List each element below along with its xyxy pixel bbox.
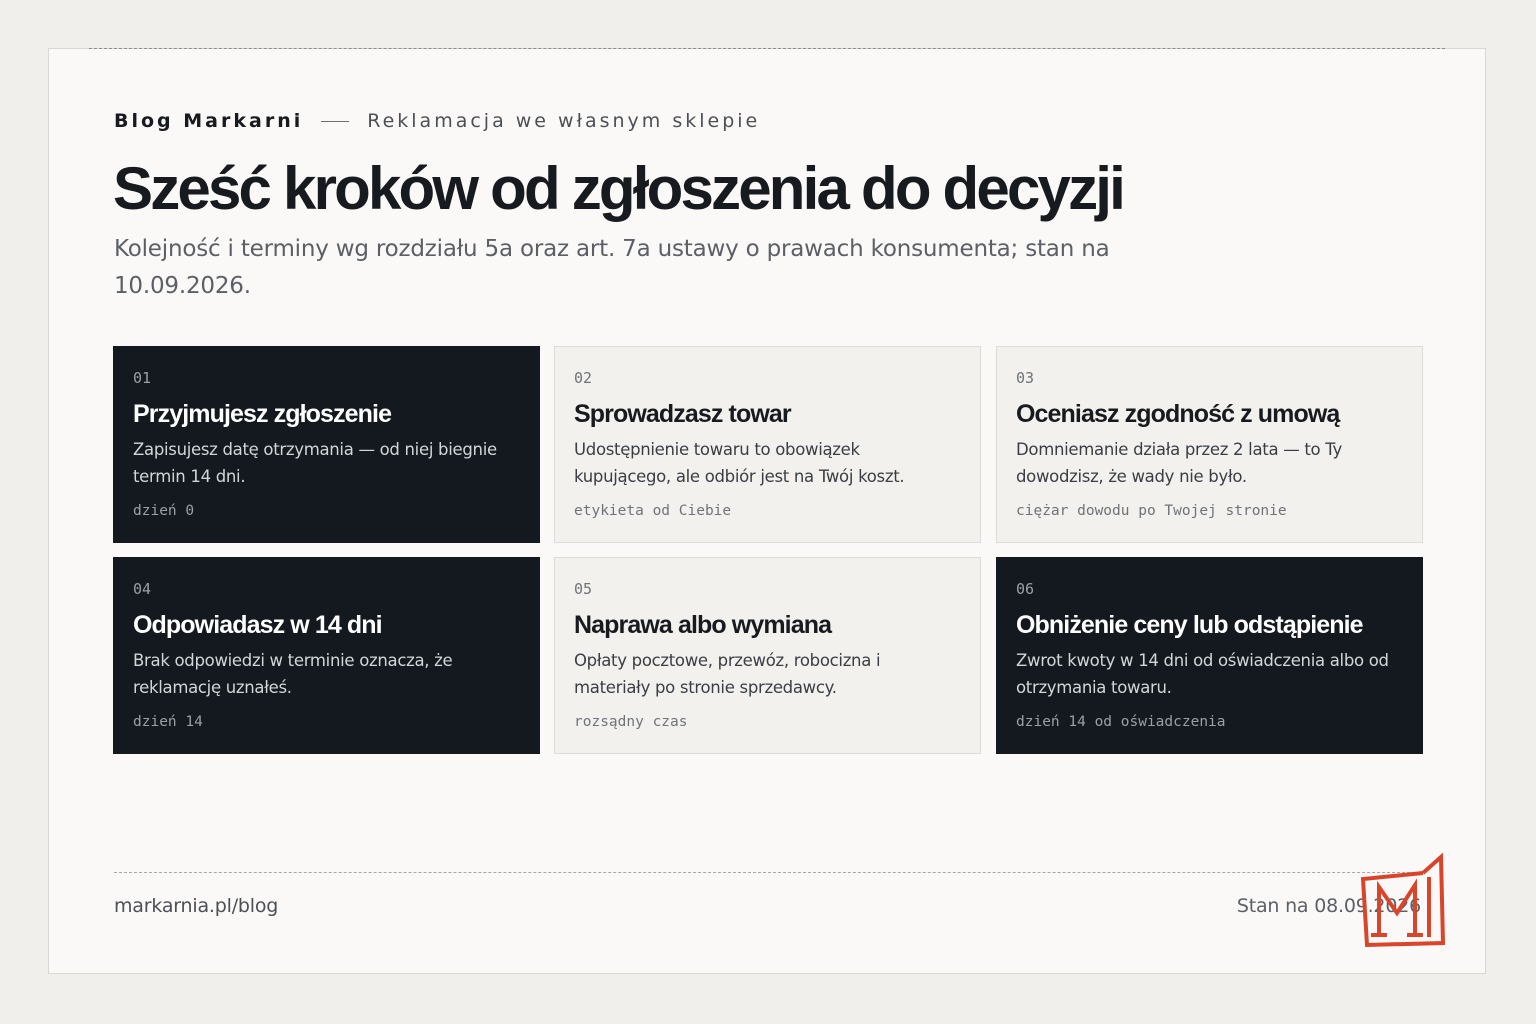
page-subtitle: Kolejność i terminy wg rozdziału 5a oraz… xyxy=(114,236,1110,299)
steps-grid: 01 Przyjmujesz zgłoszenie Zapisujesz dat… xyxy=(113,346,1424,754)
step-description: Zapisujesz datę otrzymania — od niej bie… xyxy=(133,440,497,486)
step-description: Zwrot kwoty w 14 dni od oświadczenia alb… xyxy=(1016,651,1389,697)
step-tag: ciężar dowodu po Twojej stronie xyxy=(1016,503,1287,519)
step-title: Odpowiadasz w 14 dni xyxy=(133,611,383,639)
step-description: Brak odpowiedzi w terminie oznacza, że r… xyxy=(133,651,453,697)
infographic-card: Blog Markarni Reklamacja we własnym skle… xyxy=(48,48,1486,974)
step-title: Oceniasz zgodność z umową xyxy=(1016,400,1340,428)
top-divider xyxy=(89,48,1445,49)
step-description: Domniemanie działa przez 2 lata — to Ty … xyxy=(1016,440,1342,486)
step-tag: rozsądny czas xyxy=(574,714,688,730)
step-tag: dzień 0 xyxy=(133,503,195,519)
step-card-02: 02 Sprowadzasz towar Udostępnienie towar… xyxy=(554,346,981,543)
blog-brand: Blog Markarni xyxy=(114,110,304,132)
step-number: 03 xyxy=(1016,369,1035,387)
step-title: Przyjmujesz zgłoszenie xyxy=(133,400,392,428)
step-title: Sprowadzasz towar xyxy=(574,400,792,428)
step-description: Udostępnienie towaru to obowiązek kupują… xyxy=(574,440,905,486)
step-number: 05 xyxy=(574,580,593,598)
page-title: Sześć kroków od zgłoszenia do decyzji xyxy=(113,155,1126,222)
step-tag: etykieta od Ciebie xyxy=(574,503,732,519)
step-card-05: 05 Naprawa albo wymiana Opłaty pocztowe,… xyxy=(554,557,981,754)
step-tag: dzień 14 xyxy=(133,714,203,730)
markarnia-m-logo-icon xyxy=(1360,852,1446,948)
footer-url[interactable]: markarnia.pl/blog xyxy=(114,895,278,917)
step-number: 02 xyxy=(574,369,593,387)
step-card-06: 06 Obniżenie ceny lub odstąpienie Zwrot … xyxy=(996,557,1423,754)
eyebrow: Blog Markarni Reklamacja we własnym skle… xyxy=(114,110,760,132)
eyebrow-dash xyxy=(321,120,350,122)
step-title: Naprawa albo wymiana xyxy=(574,611,832,639)
step-card-01: 01 Przyjmujesz zgłoszenie Zapisujesz dat… xyxy=(113,346,540,543)
step-number: 06 xyxy=(1016,580,1035,598)
step-title: Obniżenie ceny lub odstąpienie xyxy=(1016,611,1364,639)
step-tag: dzień 14 od oświadczenia xyxy=(1016,714,1226,730)
step-number: 01 xyxy=(133,369,152,387)
footer-divider xyxy=(114,872,1420,873)
step-number: 04 xyxy=(133,580,152,598)
step-card-03: 03 Oceniasz zgodność z umową Domniemanie… xyxy=(996,346,1423,543)
step-card-04: 04 Odpowiadasz w 14 dni Brak odpowiedzi … xyxy=(113,557,540,754)
blog-topic: Reklamacja we własnym sklepie xyxy=(367,110,761,132)
step-description: Opłaty pocztowe, przewóz, robocizna i ma… xyxy=(574,651,881,697)
